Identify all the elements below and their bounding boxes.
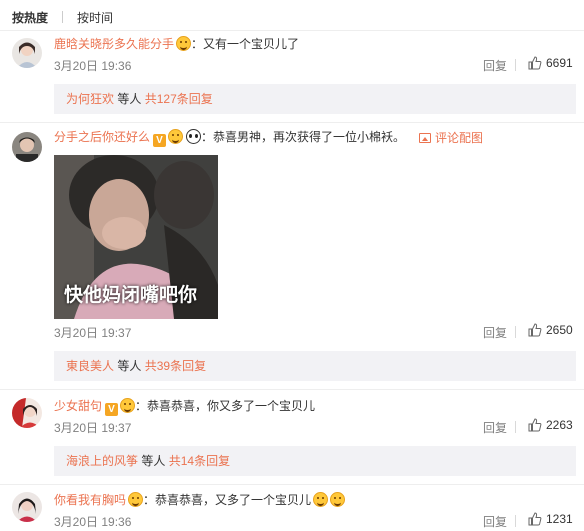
username[interactable]: 鹿晗关晓彤多久能分手: [54, 37, 174, 51]
grin-emoji-icon: [330, 492, 346, 507]
reply-button[interactable]: 回复: [483, 419, 507, 436]
avatar[interactable]: [12, 132, 42, 162]
reply-suffix: 等人: [141, 454, 166, 468]
vip-badge-icon: V: [153, 134, 167, 147]
like-count: 1231: [546, 512, 573, 526]
like-count: 6691: [546, 56, 573, 70]
replies-summary[interactable]: 東良美人 等人 共39条回复: [54, 351, 576, 381]
comment-text: ：恭喜恭喜，又多了一个宝贝儿: [143, 493, 312, 507]
replies-summary[interactable]: 海浪上的风筝 等人 共14条回复: [54, 446, 576, 476]
reply-username[interactable]: 東良美人: [66, 359, 114, 373]
tab-by-time[interactable]: 按时间: [77, 9, 113, 26]
vip-badge-icon: V: [105, 403, 119, 416]
reply-username[interactable]: 海浪上的风筝: [66, 454, 138, 468]
thumbs-up-icon: [528, 418, 542, 432]
thumbs-up-icon: [528, 512, 542, 526]
separator: [515, 326, 516, 338]
thumbs-up-icon: [528, 56, 542, 70]
avatar[interactable]: [12, 492, 42, 522]
tab-by-hot[interactable]: 按热度: [12, 9, 48, 26]
reply-button[interactable]: 回复: [483, 324, 507, 341]
avatar[interactable]: [12, 38, 42, 68]
username[interactable]: 你看我有胸吗: [54, 493, 126, 507]
tab-separator: [62, 11, 64, 23]
comment-time: 3月20日 19:37: [54, 326, 132, 340]
comment-line: 鹿晗关晓彤多久能分手 ：又有一个宝贝儿了: [54, 36, 299, 52]
grin-emoji-icon: [176, 36, 192, 51]
divider: [0, 30, 584, 31]
like-button[interactable]: 1231: [528, 512, 573, 526]
comment-gif-image[interactable]: 快他妈闭嘴吧你: [54, 155, 218, 319]
comment-text: ：又有一个宝贝儿了: [191, 37, 300, 51]
grin-emoji-icon: [168, 129, 184, 144]
like-button[interactable]: 6691: [528, 56, 573, 70]
reply-count[interactable]: 共39条回复: [145, 359, 206, 373]
comment-text: ：恭喜男神，再次获得了一位小棉袄。: [201, 130, 406, 144]
like-count: 2263: [546, 418, 573, 432]
reply-suffix: 等人: [117, 92, 142, 106]
separator: [515, 515, 516, 527]
divider: [0, 389, 584, 390]
comment-time: 3月20日 19:36: [54, 59, 132, 73]
reply-count[interactable]: 共127条回复: [145, 92, 213, 106]
comment-time: 3月20日 19:37: [54, 421, 132, 435]
divider: [0, 122, 584, 123]
reply-username[interactable]: 为何狂欢: [66, 92, 114, 106]
replies-summary[interactable]: 为何狂欢 等人 共127条回复: [54, 84, 576, 114]
image-icon: [419, 133, 431, 143]
comment-line: 你看我有胸吗 ：恭喜恭喜，又多了一个宝贝儿: [54, 492, 346, 508]
avatar[interactable]: [12, 398, 42, 428]
separator: [515, 59, 516, 71]
thumbs-up-icon: [528, 323, 542, 337]
reply-button[interactable]: 回复: [483, 57, 507, 74]
like-count: 2650: [546, 323, 573, 337]
comment-image-link[interactable]: 评论配图: [419, 129, 483, 146]
comment-text: ：恭喜恭喜，你又多了一个宝贝儿: [135, 399, 316, 413]
comment-line: 分手之后你还好么 V ：恭喜男神，再次获得了一位小棉袄。: [54, 129, 405, 147]
comment-line: 少女甜句 V ：恭喜恭喜，你又多了一个宝贝儿: [54, 398, 315, 416]
reply-suffix: 等人: [117, 359, 142, 373]
username[interactable]: 分手之后你还好么: [54, 130, 150, 144]
comment-image-label: 评论配图: [435, 131, 484, 145]
separator: [515, 421, 516, 433]
grin-emoji-icon: [313, 492, 329, 507]
comment-time: 3月20日 19:36: [54, 515, 132, 529]
username[interactable]: 少女甜句: [54, 399, 102, 413]
like-button[interactable]: 2650: [528, 323, 573, 337]
gif-caption: 快他妈闭嘴吧你: [64, 285, 198, 306]
grin-emoji-icon: [120, 398, 136, 413]
grin-emoji-icon: [128, 492, 144, 507]
like-button[interactable]: 2263: [528, 418, 573, 432]
panda-emoji-icon: [186, 129, 202, 144]
reply-count[interactable]: 共14条回复: [169, 454, 230, 468]
sort-tabs: 按热度 按时间: [12, 8, 113, 26]
reply-button[interactable]: 回复: [483, 513, 507, 530]
divider: [0, 484, 584, 485]
